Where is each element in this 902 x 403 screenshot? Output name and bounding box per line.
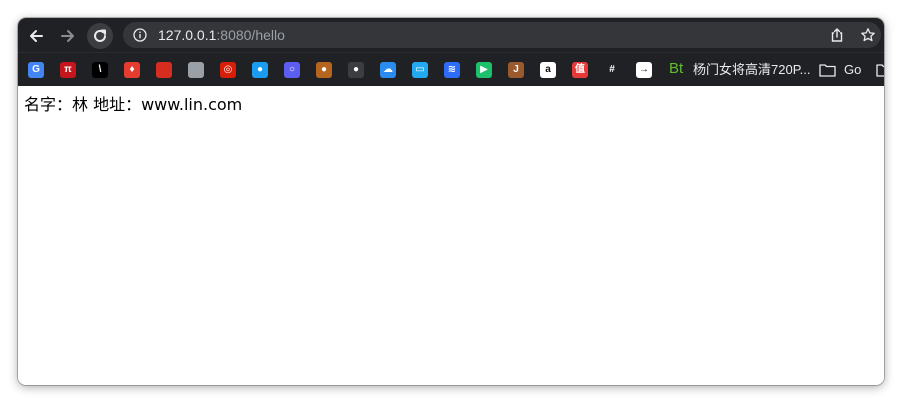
layers-icon[interactable]: ≋ (444, 62, 460, 78)
reload-icon (94, 29, 106, 42)
bookmark-star-icon[interactable] (860, 27, 876, 43)
google-translate-icon[interactable]: G (28, 62, 44, 78)
netease-music-icon[interactable]: ◎ (220, 62, 236, 78)
bookmark-bt[interactable]: Bt (669, 61, 683, 77)
page-text: 名字：林 地址：www.lin.com (24, 95, 243, 114)
folder-icon-partial[interactable] (876, 63, 884, 77)
arrow-box-icon[interactable]: → (636, 62, 652, 78)
page-content: 名字：林 地址：www.lin.com (18, 86, 884, 385)
github-icon[interactable]: ● (348, 62, 364, 78)
url-host: 127.0.0.1 (158, 27, 217, 43)
apple-icon[interactable] (188, 62, 204, 78)
browser-toolbar: 127.0.0.1:8080/hello (18, 18, 884, 52)
bookmarks-bar: Bt 杨门女将高清720P... Go Gπ \ ♦ ◎ ● ○ ● ● ☁ ▭ ≋ ▶ Ja 值 # → (18, 52, 884, 86)
slack-icon[interactable]: # (604, 62, 620, 78)
location-pin-icon[interactable]: ● (252, 62, 268, 78)
amazon-icon[interactable]: a (540, 62, 556, 78)
address-bar[interactable]: 127.0.0.1:8080/hello (123, 22, 881, 48)
cloud-icon[interactable]: ☁ (380, 62, 396, 78)
apple-red-icon[interactable] (156, 62, 172, 78)
acorn-icon[interactable]: ● (316, 62, 332, 78)
vercel-icon[interactable]: \ (92, 62, 108, 78)
site-info-icon[interactable] (133, 28, 147, 42)
reload-button[interactable] (87, 23, 113, 49)
play-icon[interactable]: ▶ (476, 62, 492, 78)
back-button[interactable] (23, 23, 49, 49)
forward-button[interactable] (55, 23, 81, 49)
zhi-icon[interactable]: 值 (572, 62, 588, 78)
bilibili-icon[interactable]: ▭ (412, 62, 428, 78)
bookmark-folder-go[interactable]: Go (844, 62, 861, 78)
url-path: :8080/hello (216, 27, 285, 43)
j-icon[interactable]: J (508, 62, 524, 78)
url-text[interactable]: 127.0.0.1:8080/hello (158, 27, 285, 43)
arrow-left-icon (30, 30, 43, 42)
mario-icon[interactable]: ♦ (124, 62, 140, 78)
browser-window: 127.0.0.1:8080/hello Bt 杨门女将高清720P... Go… (18, 18, 884, 385)
arrow-right-icon (61, 30, 74, 42)
pi-icon[interactable]: π (60, 62, 76, 78)
bookmark-video-label[interactable]: 杨门女将高清720P... (693, 62, 811, 78)
share-icon[interactable] (829, 27, 845, 43)
folder-icon[interactable] (819, 63, 836, 77)
circle-app-icon[interactable]: ○ (284, 62, 300, 78)
